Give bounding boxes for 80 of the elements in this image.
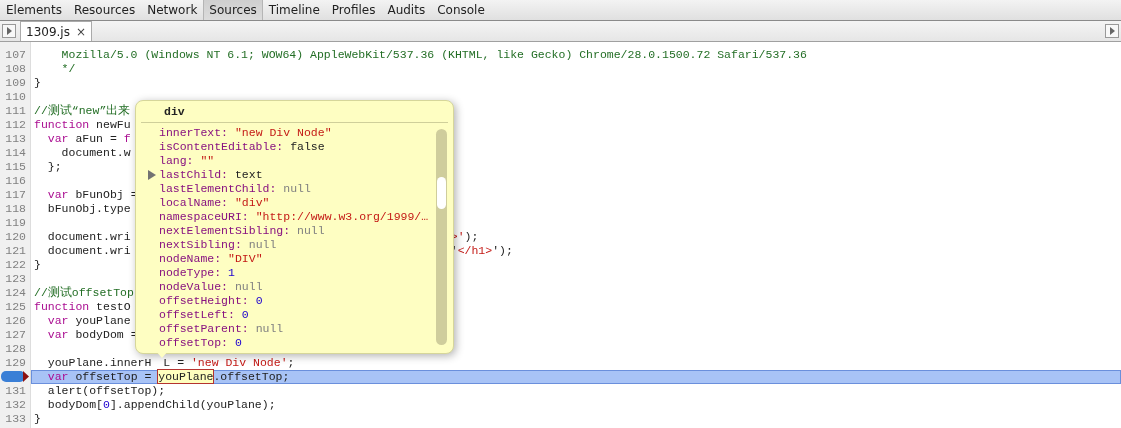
code-line: var youPlane [46,314,131,328]
line-number: 116 [5,174,26,187]
code-line: function newFu [34,118,131,132]
line-number: 109 [5,76,26,89]
code-line: document.w [60,146,131,160]
code-line: youPlane.innerH [46,356,152,370]
code-line: document.wri [46,244,131,258]
property-entry: innerText: "new Div Node" [159,126,332,140]
line-number: 129 [5,356,26,369]
code-line: } [34,258,41,272]
line-number: 119 [5,216,26,229]
property-entry: lastElementChild: null [159,182,311,196]
property-entry: lang: "" [159,154,215,168]
scrollbar-thumb[interactable] [437,177,446,209]
line-number: 131 [5,384,26,397]
code-line: bFunObj.type [46,202,131,216]
property-entry: nodeType: 1 [159,266,235,280]
code-line: '</h1>'); [450,244,513,258]
code-line: } [34,76,41,90]
property-entry: nodeName: "DIV" [159,252,263,266]
panel-tab[interactable]: Timeline [262,0,326,20]
breakpoint-marker-icon[interactable] [1,370,32,383]
line-number: 114 [5,146,26,159]
code-line: bodyDom[0].appendChild(youPlane); [46,398,276,412]
line-number: 110 [5,90,26,103]
line-number: 118 [5,202,26,215]
close-icon[interactable]: × [75,24,86,39]
property-entry: lastChild: text [159,168,263,182]
line-number: 111 [5,104,26,117]
line-number: 115 [5,160,26,173]
panel-tab[interactable]: Network [141,0,204,20]
code-line: document.wri [46,230,131,244]
line-number: 127 [5,328,26,341]
code-line: var aFun = f [46,132,131,146]
panel-tab[interactable]: Resources [67,0,142,20]
code-line: } [34,412,41,426]
property-entry: offsetHeight: 0 [159,294,263,308]
line-number: 125 [5,300,26,313]
code-line: Mozilla/5.0 (Windows NT 6.1; WOW64) AppleWebKit/537.36 (KHTML, like Gecko) Chrome/28.0.1500.72 Safari/537.36 [60,48,807,62]
property-entry: nextElementSibling: null [159,224,325,238]
code-line: function testO [34,300,131,314]
line-number: 108 [5,62,26,75]
panel-tab[interactable]: Elements [0,0,68,20]
property-entry: isContentEditable: false [159,140,325,154]
line-number: 117 [5,188,26,201]
panel-tab[interactable]: Audits [381,0,432,20]
sidebar-toggle-icon[interactable] [1105,24,1119,38]
line-number: 133 [5,412,26,425]
property-entry: localName: "div" [159,196,270,210]
sidebar-toggle-icon[interactable] [2,24,16,38]
code-line: alert(offsetTop); [46,384,166,398]
property-entry: nextSibling: null [159,238,277,252]
line-number: 124 [5,286,26,299]
file-tab[interactable]: 1309.js × [20,21,92,41]
code-line: //测试offsetTop [34,286,134,300]
code-line: //测试“new”出来 [34,104,131,118]
property-entry: offsetLeft: 0 [159,308,249,322]
line-number: 122 [5,258,26,271]
panel-tab[interactable]: Profiles [325,0,382,20]
code-line: }; [46,160,62,174]
line-number: 113 [5,132,26,145]
property-entry: nodeValue: null [159,280,263,294]
panel-tab[interactable]: Console [431,0,491,20]
property-entry: offsetTop: 0 [159,336,242,350]
panel-tab[interactable]: Sources [203,0,263,20]
code-line: L = 'new Div Node'; [163,356,295,370]
expand-triangle-icon[interactable] [148,170,156,180]
property-entry: namespaceURI: "http://www.w3.org/1999/… [159,210,429,224]
line-number: 123 [5,272,26,285]
line-number: 132 [5,398,26,411]
line-number: 120 [5,230,26,243]
line-number: 126 [5,314,26,327]
line-number: 107 [5,48,26,61]
popover-title: div [141,101,448,123]
property-entry: offsetParent: null [159,322,284,336]
scrollbar-track[interactable] [436,129,447,345]
line-number: 121 [5,244,26,257]
code-line: */ [60,62,76,76]
line-number: 128 [5,342,26,355]
line-number: 112 [5,118,26,131]
